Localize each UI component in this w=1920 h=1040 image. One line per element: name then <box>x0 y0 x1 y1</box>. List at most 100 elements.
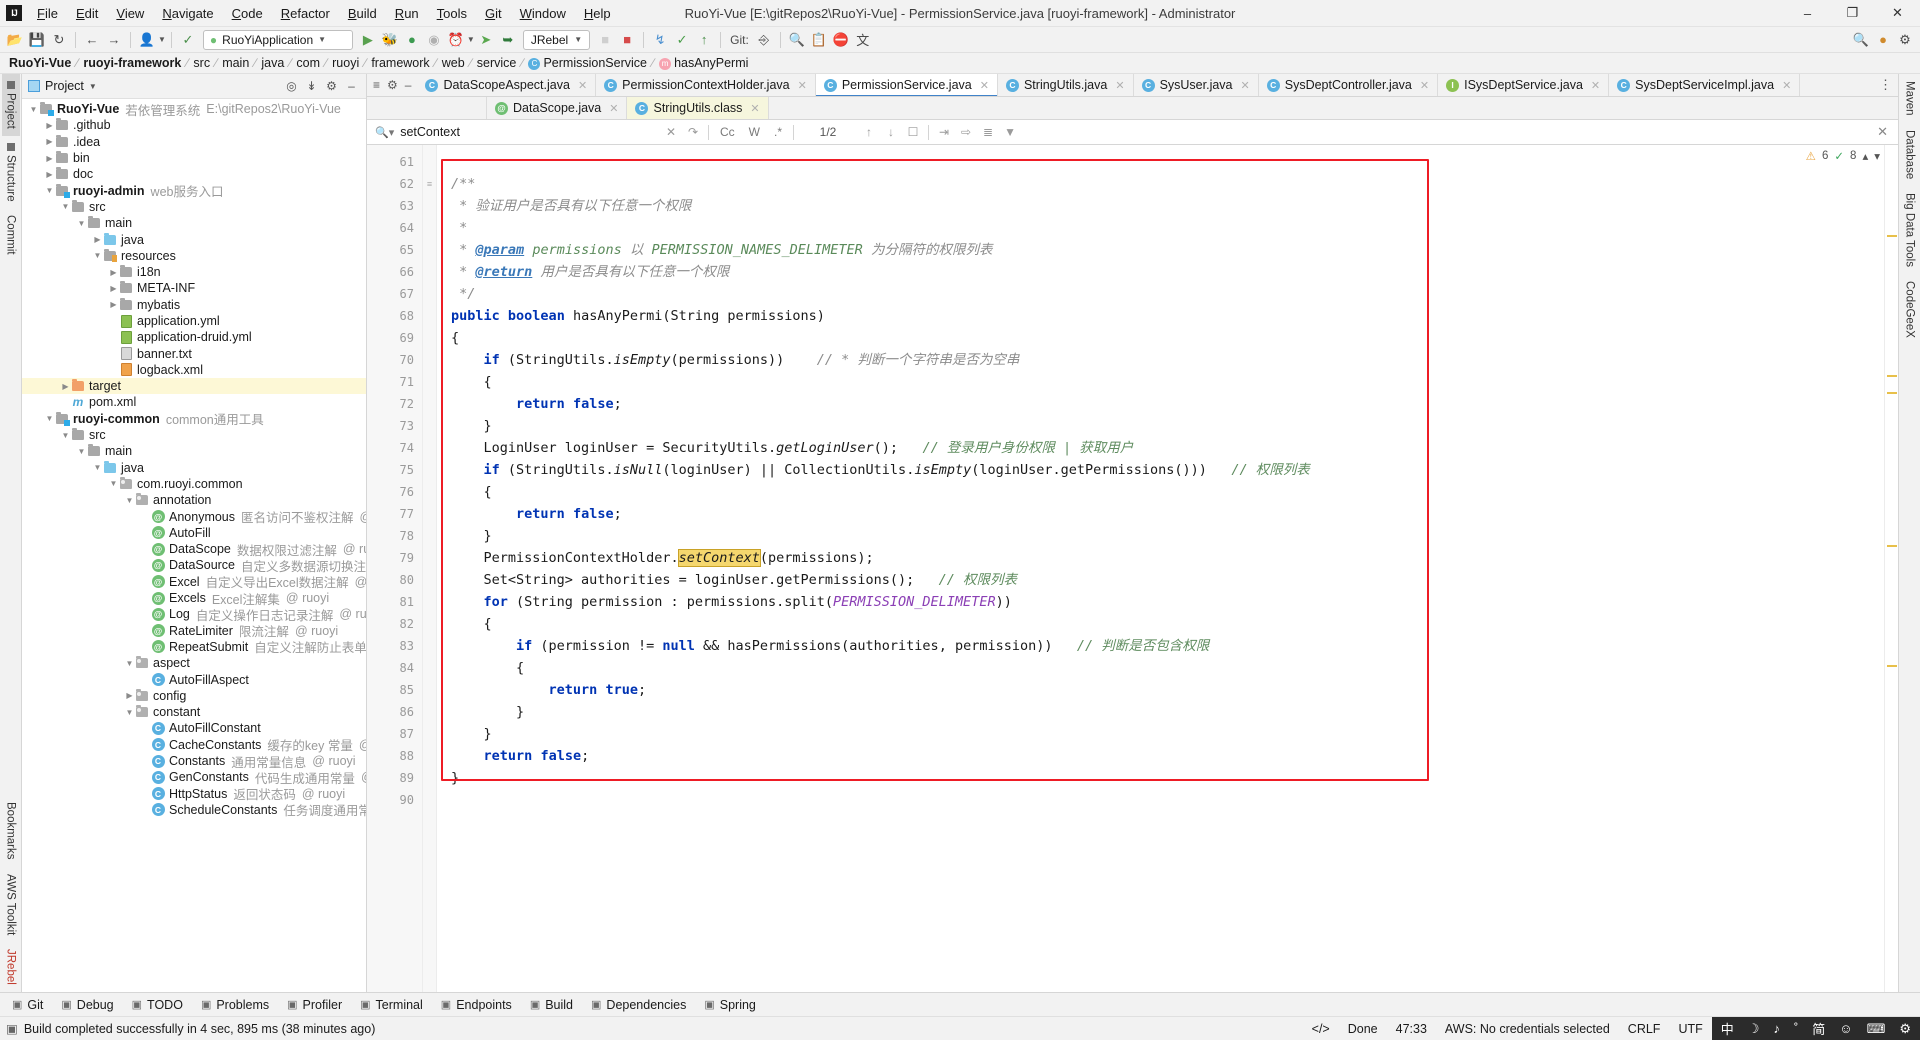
editor-tab-permissioncontextholder-java[interactable]: C PermissionContextHolder.java ✕ <box>596 74 816 96</box>
rail-button-database[interactable]: Database <box>1901 123 1919 186</box>
forward-icon[interactable]: → <box>103 29 125 51</box>
breadcrumb-item-ruoyi[interactable]: ruoyi <box>329 56 362 70</box>
tree-node-target[interactable]: ▶ target <box>22 378 366 395</box>
chevron-down-icon[interactable]: ▼ <box>60 202 71 211</box>
bottom-tool-debug[interactable]: ▣ Debug <box>53 995 121 1015</box>
match-case-toggle[interactable]: Cc <box>713 125 742 139</box>
git-update-icon[interactable]: ↯ <box>649 29 671 51</box>
code-line[interactable]: * @param permissions 以 PERMISSION_NAMES_… <box>437 239 1884 261</box>
close-tab-icon[interactable]: ✕ <box>1591 79 1600 92</box>
rail-button-structure[interactable]: Structure <box>2 136 20 209</box>
tree-node-repeatsubmit[interactable]: ·@RepeatSubmit自定义注解防止表单重复提交@ ... <box>22 639 366 655</box>
ime-button-5[interactable]: ☺ <box>1832 1021 1859 1036</box>
editor-tab-permissionservice-java[interactable]: C PermissionService.java ✕ <box>815 74 998 96</box>
bottom-tool-build[interactable]: ▣ Build <box>522 995 581 1015</box>
tree-node-bin[interactable]: ▶ bin <box>22 150 366 166</box>
attach-profiler-icon[interactable]: ⏰ <box>445 29 467 51</box>
tree-node-src[interactable]: ▼ src <box>22 427 366 443</box>
rail-button-jrebel[interactable]: JRebel <box>2 942 20 992</box>
code-line[interactable]: } <box>437 415 1884 437</box>
rail-button-aws-toolkit[interactable]: AWS Toolkit <box>2 867 20 942</box>
find-input[interactable]: 🔍▾ setContext <box>375 125 660 139</box>
editor-tab-stringutils-java[interactable]: C StringUtils.java ✕ <box>997 74 1134 96</box>
editor-scrollbar[interactable] <box>1884 145 1898 992</box>
code-line[interactable]: public boolean hasAnyPermi(String permis… <box>437 305 1884 327</box>
chevron-down-icon[interactable]: ▼ <box>89 82 97 91</box>
sort-tabs-icon[interactable]: ≡ <box>373 78 380 92</box>
breadcrumb-item-ruoyi-framework[interactable]: ruoyi-framework <box>80 56 184 70</box>
breadcrumb-item-web[interactable]: web <box>439 56 468 70</box>
chevron-down-icon[interactable]: ▼ <box>28 105 39 114</box>
tree-node-application-druid-yml[interactable]: · application-druid.yml <box>22 329 366 345</box>
tree-node-ruoyi-admin[interactable]: ▼ ruoyi-admin web服务入口 <box>22 182 366 199</box>
menu-item-code[interactable]: Code <box>223 2 272 25</box>
jrebel-selector[interactable]: JRebel ▼ <box>522 29 591 50</box>
menu-item-tools[interactable]: Tools <box>428 2 476 25</box>
open-in-find-window-icon[interactable]: ⇥ <box>933 125 955 139</box>
search-history-icon[interactable]: ↷ <box>682 125 704 139</box>
chevron-right-icon[interactable]: ▶ <box>44 170 55 179</box>
tree-node-aspect[interactable]: ▼ aspect <box>22 655 366 671</box>
rail-button-commit[interactable]: Commit <box>2 208 20 262</box>
sort-icon[interactable]: ≣ <box>977 125 999 139</box>
bottom-tool-endpoints[interactable]: ▣ Endpoints <box>433 995 520 1015</box>
fold-marker-icon[interactable]: ≡ <box>423 173 436 195</box>
clear-search-icon[interactable]: ✕ <box>660 125 682 139</box>
tree-node-java[interactable]: ▶ java <box>22 231 366 247</box>
no-entry-icon[interactable]: ⛔ <box>830 29 852 51</box>
bottom-tool-terminal[interactable]: ▣ Terminal <box>352 995 431 1015</box>
tree-node-datasource[interactable]: ·@DataSource自定义多数据源切换注解@ ruoyi <box>22 557 366 574</box>
tree-node--idea[interactable]: ▶ .idea <box>22 134 366 150</box>
chevron-down-icon[interactable]: ▼ <box>60 431 71 440</box>
chevron-down-icon[interactable]: ▼ <box>76 219 87 228</box>
stop-button[interactable]: ■ <box>616 29 638 51</box>
code-line[interactable]: for (String permission : permissions.spl… <box>437 591 1884 613</box>
ime-button-4[interactable]: 简 <box>1805 1019 1832 1038</box>
filter-occurrences-icon[interactable]: ⇨ <box>955 125 977 139</box>
code-line[interactable]: { <box>437 481 1884 503</box>
code-line[interactable]: Set<String> authorities = loginUser.getP… <box>437 569 1884 591</box>
close-tab-icon[interactable]: ✕ <box>750 102 759 115</box>
run-button[interactable]: ▶ <box>357 29 379 51</box>
breadcrumb-item-hasanypermi[interactable]: m hasAnyPermi <box>656 56 751 70</box>
tree-node-pom-xml[interactable]: ·m pom.xml <box>22 394 366 410</box>
chevron-right-icon[interactable]: ▶ <box>108 268 119 277</box>
tree-node-excels[interactable]: ·@ExcelsExcel注解集@ ruoyi <box>22 590 366 607</box>
tree-node-ruoyi-common[interactable]: ▼ ruoyi-common common通用工具 <box>22 411 366 427</box>
maximize-button[interactable]: ❐ <box>1830 0 1875 27</box>
locate-file-icon[interactable]: ◎ <box>283 78 300 95</box>
bottom-tool-todo[interactable]: ▣ TODO <box>124 995 191 1015</box>
code-line[interactable]: { <box>437 657 1884 679</box>
tree-node-doc[interactable]: ▶ doc <box>22 166 366 182</box>
ime-button-0[interactable]: 中 <box>1714 1019 1741 1038</box>
rail-button-project[interactable]: Project <box>1 74 20 136</box>
run-coverage-button[interactable]: ● <box>401 29 423 51</box>
chevron-down-icon[interactable]: ▼ <box>124 659 135 668</box>
tree-node-main[interactable]: ▼ main <box>22 443 366 459</box>
ime-button-6[interactable]: ⌨ <box>1860 1021 1893 1037</box>
menu-item-window[interactable]: Window <box>511 2 575 25</box>
chevron-right-icon[interactable]: ▶ <box>108 300 119 309</box>
ime-button-2[interactable]: ♪ <box>1766 1021 1787 1036</box>
hide-icon[interactable]: – <box>343 78 360 95</box>
tree-node--github[interactable]: ▶ .github <box>22 117 366 133</box>
tree-node-datascope[interactable]: ·@DataScope数据权限过滤注解@ ruoyi <box>22 541 366 558</box>
select-all-occurrences-icon[interactable]: ☐ <box>902 125 924 139</box>
whole-words-toggle[interactable]: W <box>742 125 767 139</box>
menu-item-git[interactable]: Git <box>476 2 511 25</box>
codegeex-icon[interactable]: </> <box>1303 1022 1339 1036</box>
menu-item-edit[interactable]: Edit <box>67 2 107 25</box>
tree-node-java[interactable]: ▼ java <box>22 460 366 476</box>
code-content[interactable]: /** * 验证用户是否具有以下任意一个权限 * * @param permis… <box>437 145 1884 992</box>
code-line[interactable]: PermissionContextHolder.setContext(permi… <box>437 547 1884 569</box>
close-tab-icon[interactable]: ✕ <box>609 102 618 115</box>
settings-icon[interactable]: ⚙ <box>323 78 340 95</box>
tree-node-genconstants[interactable]: ·CGenConstants代码生成通用常量@ ruoyi <box>22 769 366 786</box>
jrebel-debug-icon[interactable]: ➥ <box>497 29 519 51</box>
tree-node-scheduleconstants[interactable]: ·CScheduleConstants任务调度通用常量@ ruo... <box>22 802 366 818</box>
tree-node-log[interactable]: ·@Log自定义操作日志记录注解@ ruoyi <box>22 606 366 623</box>
profiler-chevron-down-icon[interactable]: ▼ <box>467 35 475 44</box>
back-icon[interactable]: ← <box>81 29 103 51</box>
build-hammer-icon[interactable]: ✓ <box>177 29 199 51</box>
rail-button-maven[interactable]: Maven <box>1901 74 1919 123</box>
